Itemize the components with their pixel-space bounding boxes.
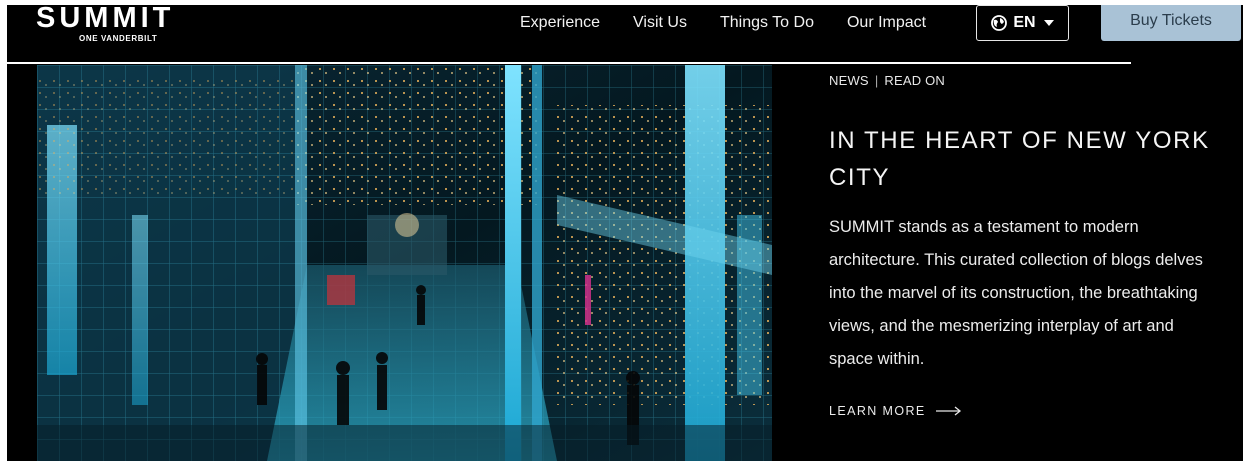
learn-more-label: LEARN MORE [829,404,926,418]
nav-item-experience[interactable]: Experience [520,13,600,37]
read-on-link[interactable]: READ ON [884,73,945,88]
globe-icon [991,15,1008,31]
logo-subtitle: ONE VANDERBILT [79,34,158,43]
buy-tickets-button[interactable]: Buy Tickets [1101,5,1241,41]
category-label: NEWS [829,73,869,88]
nav-item-our-impact[interactable]: Our Impact [847,13,926,37]
logo-wordmark: SUMMIT [36,5,175,34]
article-body: SUMMIT stands as a testament to modern a… [829,218,1203,368]
article-kicker: NEWS | READ ON [829,73,1229,88]
main-nav: Experience Visit Us Things To Do Our Imp… [520,13,959,37]
kicker-separator: | [874,73,879,88]
article-title: IN THE HEART OF NEW YORK CITY [829,127,1210,191]
arrow-right-icon [935,406,961,416]
chevron-down-icon [1043,20,1054,26]
language-selector[interactable]: EN [976,5,1069,41]
hero-image-mirror-room [37,65,772,461]
site-header: SUMMIT ONE VANDERBILT Experience Visit U… [7,5,1243,65]
page-frame: SUMMIT ONE VANDERBILT Experience Visit U… [7,5,1243,461]
nav-item-things-to-do[interactable]: Things To Do [720,13,814,37]
article-panel: NEWS | READ ON IN THE HEART OF NEW YORK … [829,65,1229,418]
language-label: EN [1013,14,1036,31]
nav-item-visit-us[interactable]: Visit Us [633,13,687,37]
header-divider [7,62,1131,64]
learn-more-link[interactable]: LEARN MORE [829,404,1229,418]
summit-logo[interactable]: SUMMIT ONE VANDERBILT [36,5,206,47]
